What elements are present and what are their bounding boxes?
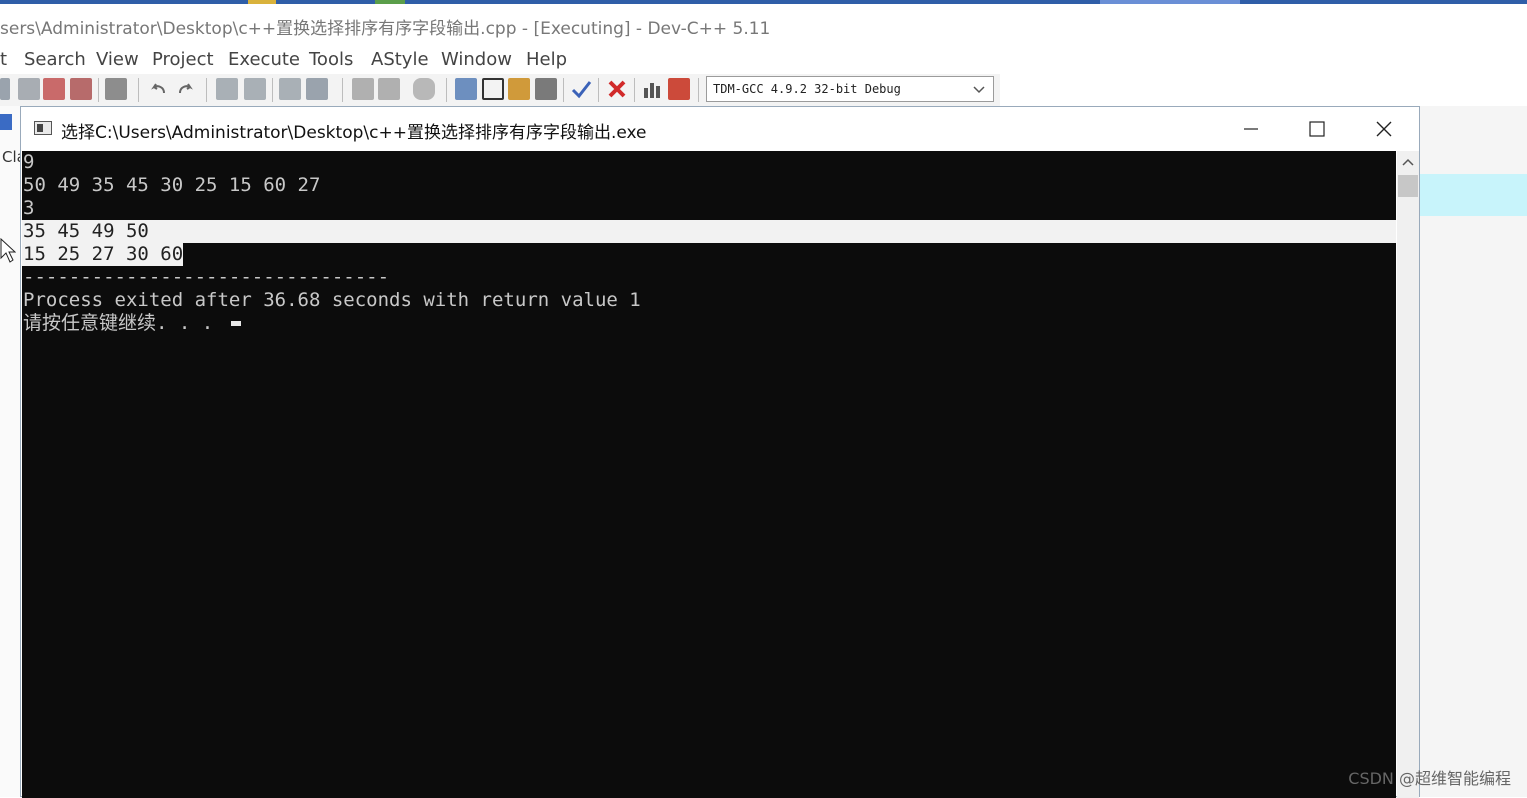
menu-execute[interactable]: Execute bbox=[228, 49, 300, 70]
menu-project[interactable]: Project bbox=[152, 49, 214, 70]
maximize-icon bbox=[1309, 121, 1325, 137]
menu-view[interactable]: View bbox=[96, 49, 139, 70]
project-tab-icon[interactable] bbox=[0, 114, 12, 130]
console-line-selected: 15 25 27 30 60 bbox=[22, 243, 184, 266]
compiler-select-value: TDM-GCC 4.9.2 32-bit Debug bbox=[713, 82, 901, 96]
maximize-button[interactable] bbox=[1284, 107, 1350, 151]
console-separator: -------------------------------- bbox=[23, 266, 390, 288]
mouse-cursor-icon bbox=[0, 237, 17, 268]
compile-run-icon[interactable] bbox=[508, 78, 530, 100]
text-cursor bbox=[230, 321, 241, 326]
ide-right-panel bbox=[1420, 106, 1527, 797]
goto-icon[interactable] bbox=[279, 78, 301, 100]
bookmark-icon[interactable] bbox=[413, 78, 435, 100]
console-line-selected: 35 45 49 50 bbox=[22, 220, 1396, 243]
check-icon[interactable] bbox=[570, 78, 592, 100]
console-prompt: 请按任意键继续. . . bbox=[23, 312, 225, 334]
stop-icon[interactable] bbox=[606, 78, 628, 100]
ide-menubar: t Search View Project Execute Tools ASty… bbox=[0, 46, 1527, 74]
new-file-icon[interactable] bbox=[0, 78, 10, 100]
console-line: 3 bbox=[23, 197, 35, 219]
console-scrollbar[interactable] bbox=[1397, 151, 1419, 798]
replace-icon[interactable] bbox=[244, 78, 266, 100]
menu-astyle[interactable]: AStyle bbox=[371, 49, 429, 70]
indent-icon[interactable] bbox=[306, 78, 328, 100]
watermark: CSDN @超维智能编程 bbox=[1348, 769, 1511, 788]
print-icon[interactable] bbox=[105, 78, 127, 100]
redo-icon[interactable] bbox=[174, 78, 196, 100]
console-prompt-line: 请按任意键继续. . . bbox=[22, 312, 241, 335]
minimize-icon bbox=[1244, 128, 1258, 130]
console-output[interactable]: 9 50 49 35 45 30 25 15 60 27 3 35 45 49 … bbox=[22, 151, 1396, 798]
ide-title: sers\Administrator\Desktop\c++置换选择排序有序字段… bbox=[0, 19, 771, 39]
console-line: 50 49 35 45 30 25 15 60 27 bbox=[23, 174, 321, 196]
copy-icon[interactable] bbox=[18, 78, 40, 100]
console-line: Process exited after 36.68 seconds with … bbox=[23, 289, 641, 311]
chevron-down-icon bbox=[969, 78, 989, 100]
next-icon[interactable] bbox=[378, 78, 400, 100]
menu-help[interactable]: Help bbox=[526, 49, 567, 70]
find-icon[interactable] bbox=[216, 78, 238, 100]
highlighted-line bbox=[1420, 174, 1527, 216]
close-icon bbox=[1376, 121, 1392, 137]
console-app-icon bbox=[34, 121, 52, 135]
close-button[interactable] bbox=[1351, 107, 1417, 151]
prev-icon[interactable] bbox=[352, 78, 374, 100]
close-all-icon[interactable] bbox=[70, 78, 92, 100]
scroll-thumb[interactable] bbox=[1398, 175, 1418, 197]
debug-icon[interactable] bbox=[668, 78, 690, 100]
menu-search[interactable]: Search bbox=[24, 49, 86, 70]
menu-tools[interactable]: Tools bbox=[309, 49, 353, 70]
menu-window[interactable]: Window bbox=[441, 49, 512, 70]
chart-icon[interactable] bbox=[641, 78, 663, 100]
close-file-icon[interactable] bbox=[43, 78, 65, 100]
undo-icon[interactable] bbox=[148, 78, 170, 100]
compile-icon[interactable] bbox=[455, 78, 477, 100]
rebuild-icon[interactable] bbox=[535, 78, 557, 100]
console-titlebar[interactable]: 选择C:\Users\Administrator\Desktop\c++置换选择… bbox=[21, 107, 1419, 151]
console-window: 选择C:\Users\Administrator\Desktop\c++置换选择… bbox=[20, 106, 1420, 798]
console-line: 9 bbox=[23, 151, 35, 173]
minimize-button[interactable] bbox=[1218, 107, 1284, 151]
scroll-up-icon bbox=[1402, 158, 1414, 166]
console-title: 选择C:\Users\Administrator\Desktop\c++置换选择… bbox=[61, 123, 647, 143]
ide-titlebar: sers\Administrator\Desktop\c++置换选择排序有序字段… bbox=[0, 4, 1527, 44]
compiler-select[interactable]: TDM-GCC 4.9.2 32-bit Debug bbox=[706, 76, 994, 102]
run-icon[interactable] bbox=[482, 78, 504, 100]
menu-edit[interactable]: t bbox=[0, 49, 7, 70]
